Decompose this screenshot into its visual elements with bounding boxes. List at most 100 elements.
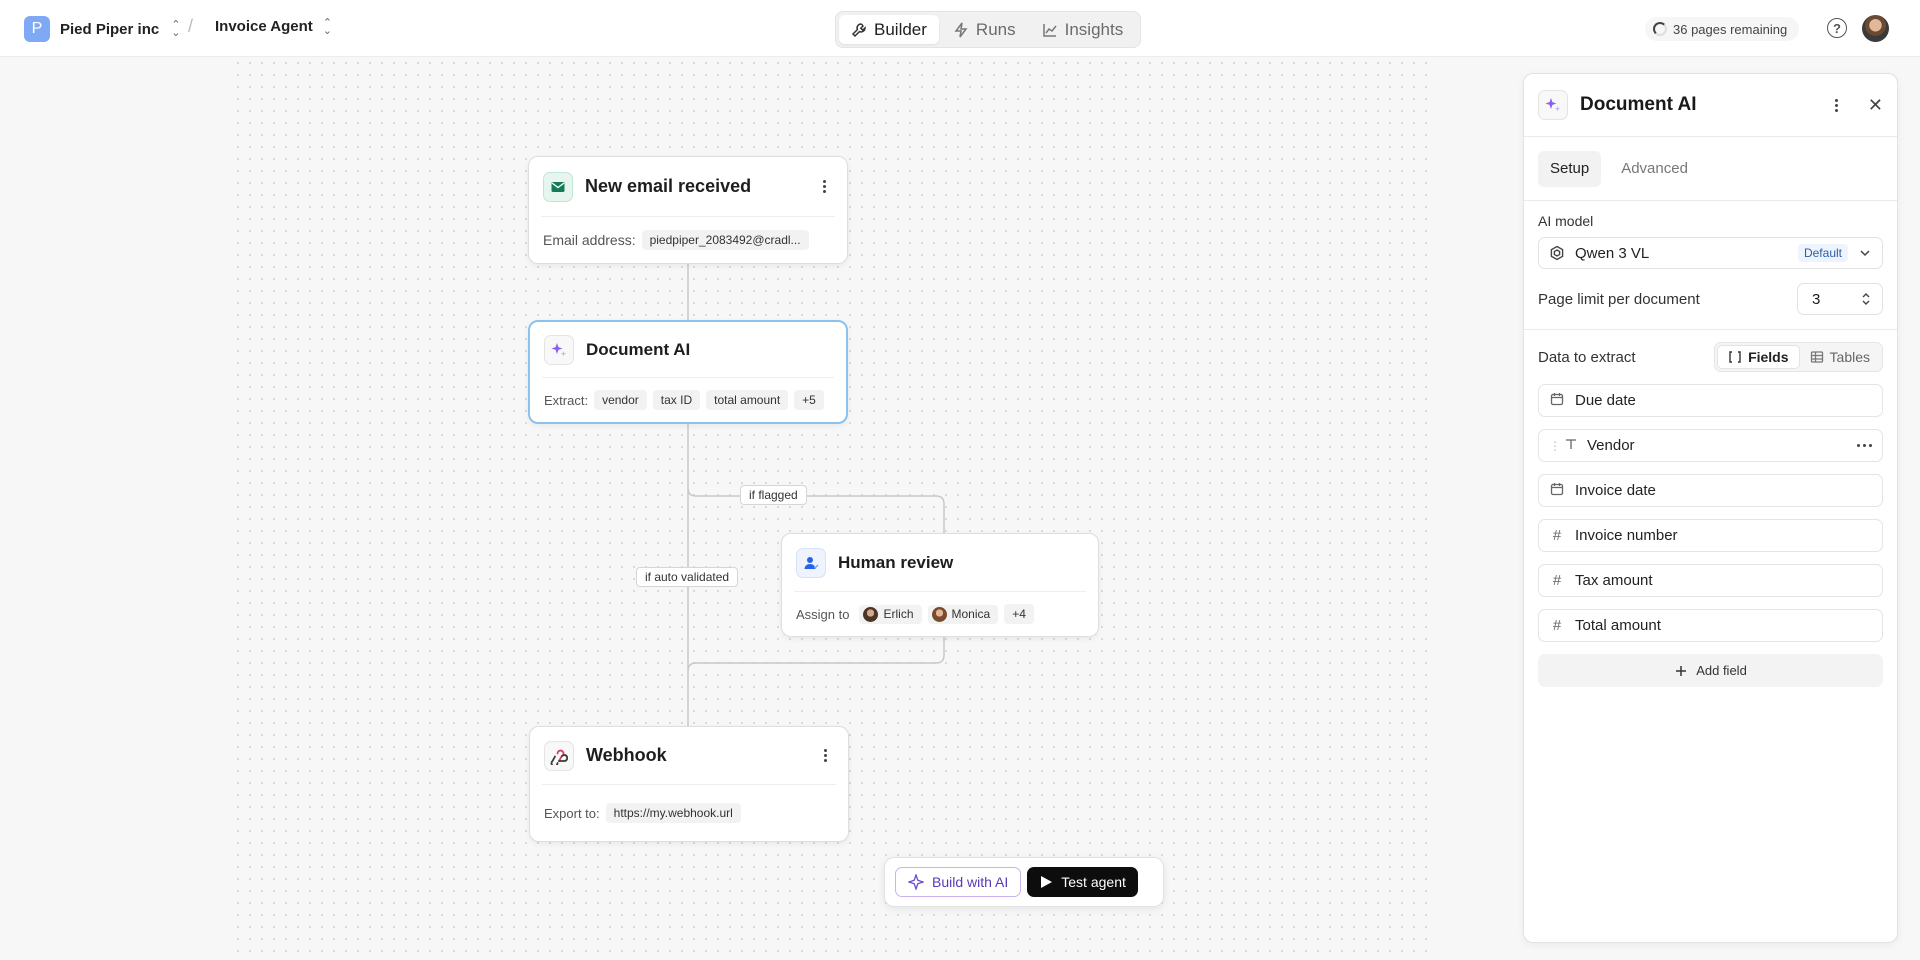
field-item-total-amount[interactable]: # Total amount: [1538, 609, 1883, 642]
assign-to-label: Assign to: [796, 606, 850, 622]
field-item-invoice-date[interactable]: Invoice date: [1538, 474, 1883, 507]
build-with-ai-button[interactable]: Build with AI: [895, 867, 1022, 897]
agent-name: Invoice Agent: [215, 18, 313, 35]
sparkles-icon: [1538, 90, 1568, 120]
calendar-icon: [1549, 392, 1565, 410]
ai-model-select[interactable]: Qwen 3 VL Default: [1538, 237, 1883, 269]
email-address-label: Email address:: [543, 232, 636, 248]
avatar: [931, 606, 947, 622]
assignee-name: Monica: [951, 607, 991, 621]
node-human-review[interactable]: Human review Assign to Erlich Monica +4: [781, 533, 1099, 637]
node-body: Email address: piedpiper_2083492@cradl..…: [529, 217, 847, 263]
data-to-extract-section: Data to extract Fields Tables Due date ⋮: [1524, 330, 1897, 687]
chevron-updown-icon: ⌃ ⌄: [322, 16, 333, 37]
canvas-action-bar: Build with AI Test agent: [884, 857, 1164, 907]
field-name: Invoice date: [1575, 482, 1656, 499]
pages-remaining-badge: 36 pages remaining: [1645, 17, 1800, 41]
more-options-icon[interactable]: [816, 749, 834, 762]
tab-setup[interactable]: Setup: [1538, 150, 1602, 187]
assignee-name: Erlich: [883, 607, 914, 621]
page-limit-label: Page limit per document: [1538, 290, 1700, 308]
avatar: [863, 606, 879, 622]
node-header: Document AI: [542, 322, 834, 378]
webhook-url-chip: https://my.webhook.url: [605, 803, 741, 823]
assignee-more-chip: +4: [1004, 604, 1034, 624]
add-field-button[interactable]: Add field: [1538, 654, 1883, 687]
data-to-extract-label: Data to extract: [1538, 348, 1636, 366]
close-icon[interactable]: ✕: [1868, 95, 1883, 116]
hash-icon: #: [1552, 527, 1562, 544]
more-options-icon[interactable]: [815, 180, 833, 193]
assignee-chip: Erlich: [859, 604, 922, 624]
tab-builder[interactable]: Builder: [839, 15, 939, 44]
test-agent-button[interactable]: Test agent: [1027, 867, 1138, 897]
agent-switcher[interactable]: Invoice Agent ⌃ ⌄: [215, 16, 333, 37]
table-icon: [1810, 351, 1823, 363]
page-limit-stepper[interactable]: 3: [1797, 283, 1883, 315]
ai-model-section: AI model Qwen 3 VL Default: [1524, 201, 1897, 269]
field-name: Tax amount: [1575, 572, 1653, 589]
mode-fields-label: Fields: [1748, 349, 1789, 365]
field-item-due-date[interactable]: Due date: [1538, 384, 1883, 417]
help-icon[interactable]: ?: [1827, 18, 1847, 38]
chart-line-icon: [1042, 23, 1057, 37]
node-title: Human review: [838, 552, 954, 572]
breadcrumb-separator: /: [188, 16, 194, 36]
build-with-ai-label: Build with AI: [932, 874, 1009, 890]
node-header: Human review: [794, 534, 1086, 592]
node-body: Extract: vendor tax ID total amount +5: [530, 378, 846, 422]
ai-model-label: AI model: [1538, 213, 1594, 229]
chevron-updown-icon: [1862, 293, 1870, 305]
mode-tabs: Builder Runs Insights: [835, 11, 1141, 48]
chevron-down-icon: [1860, 250, 1870, 257]
panel-header: Document AI ✕: [1524, 74, 1897, 137]
assignee-chip: Monica: [927, 604, 999, 624]
mode-tables[interactable]: Tables: [1800, 345, 1880, 369]
tab-insights-label: Insights: [1064, 19, 1124, 39]
extract-label: Extract:: [544, 392, 589, 408]
tab-builder-label: Builder: [874, 19, 927, 39]
top-bar: P Pied Piper inc ⌃ ⌄ / Invoice Agent ⌃ ⌄ B…: [0, 0, 1920, 57]
page-limit-section: Page limit per document 3: [1524, 269, 1897, 330]
extract-chip: total amount: [706, 390, 789, 410]
drag-handle-icon[interactable]: ⋮: [1549, 439, 1561, 453]
ai-model-value: Qwen 3 VL: [1575, 244, 1650, 262]
add-field-label: Add field: [1696, 663, 1747, 678]
edge-label-auto-validated: if auto validated: [636, 567, 739, 587]
more-horizontal-icon[interactable]: [1857, 444, 1872, 447]
node-header: Webhook: [542, 727, 836, 785]
model-logo-icon: [1550, 245, 1564, 261]
tab-runs[interactable]: Runs: [941, 15, 1028, 44]
field-name: Total amount: [1575, 617, 1661, 634]
field-item-tax-amount[interactable]: # Tax amount: [1538, 564, 1883, 597]
brackets-icon: [1729, 351, 1741, 363]
email-address-chip: piedpiper_2083492@cradl...: [641, 230, 809, 250]
node-document-ai[interactable]: Document AI Extract: vendor tax ID total…: [528, 320, 848, 424]
more-options-icon[interactable]: [1828, 98, 1846, 112]
node-title: Webhook: [586, 745, 667, 765]
tab-insights[interactable]: Insights: [1030, 15, 1136, 44]
text-icon: [1563, 437, 1579, 455]
node-body: Export to: https://my.webhook.url: [530, 785, 848, 841]
test-agent-label: Test agent: [1061, 874, 1126, 890]
field-item-invoice-number[interactable]: # Invoice number: [1538, 519, 1883, 552]
panel-title: Document AI: [1580, 94, 1697, 115]
node-webhook[interactable]: Webhook Export to: https://my.webhook.ur…: [529, 726, 849, 842]
progress-ring-icon: [1653, 22, 1667, 36]
field-item-vendor[interactable]: ⋮ Vendor: [1538, 429, 1883, 462]
mail-icon: [543, 171, 573, 202]
edge-label-flagged: if flagged: [740, 485, 807, 505]
node-settings-panel: Document AI ✕ Setup Advanced AI model Qw…: [1523, 73, 1898, 943]
user-avatar[interactable]: [1862, 15, 1889, 42]
pages-remaining-text: 36 pages remaining: [1673, 21, 1788, 37]
mode-fields[interactable]: Fields: [1717, 345, 1800, 369]
tab-advanced[interactable]: Advanced: [1609, 151, 1700, 187]
extract-more-chip: +5: [794, 390, 824, 410]
play-icon: [1041, 876, 1053, 888]
sparkles-icon: [544, 334, 574, 365]
org-switcher[interactable]: P Pied Piper inc ⌃ ⌄: [24, 16, 180, 42]
hash-icon: #: [1552, 617, 1562, 634]
node-email-trigger[interactable]: New email received Email address: piedpi…: [528, 156, 848, 264]
tab-runs-label: Runs: [975, 19, 1016, 39]
calendar-icon: [1549, 482, 1565, 500]
